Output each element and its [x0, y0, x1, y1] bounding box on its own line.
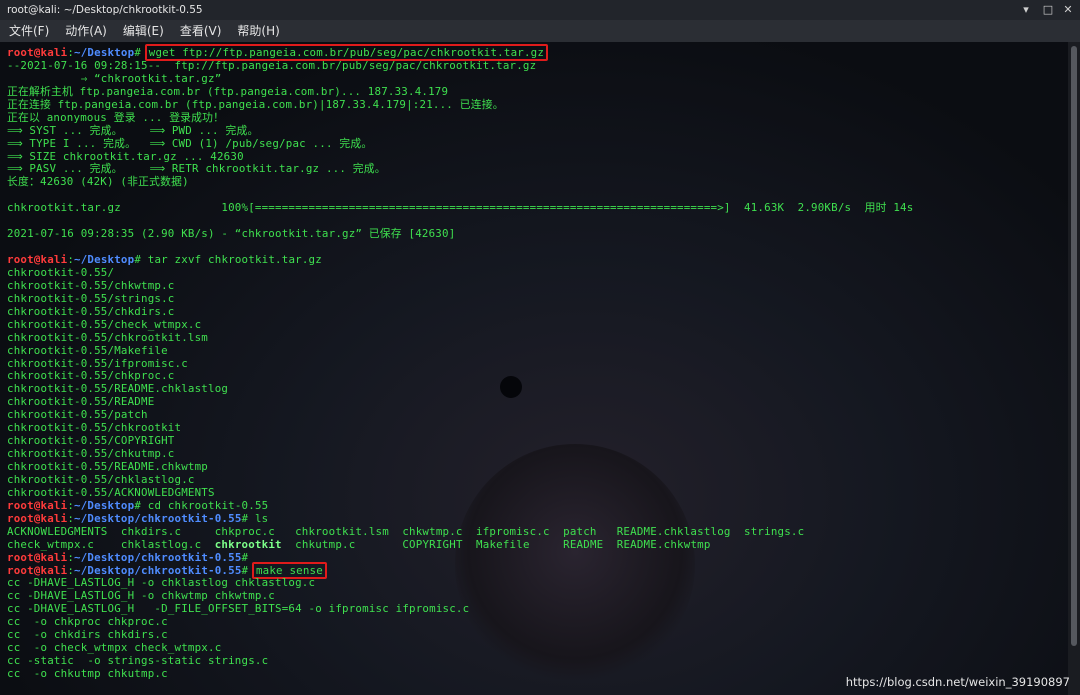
output-line: chkrootkit-0.55/ — [7, 265, 115, 279]
prompt-line: root@kali:~/Desktop/chkrootkit-0.55# ls — [7, 511, 269, 525]
output-line: chkrootkit-0.55/chkdirs.c — [7, 304, 175, 318]
menu-edit[interactable]: 编辑(E) — [114, 20, 171, 42]
output-line: chkrootkit-0.55/Makefile — [7, 343, 168, 357]
output-line: 长度：42630 (42K) (非正式数据) — [7, 175, 189, 189]
menu-view[interactable]: 查看(V) — [171, 20, 229, 42]
menu-bar: 文件(F) 动作(A) 编辑(E) 查看(V) 帮助(H) — [0, 20, 1080, 42]
output-line: chkrootkit-0.55/check_wtmpx.c — [7, 317, 202, 331]
output-line: chkrootkit-0.55/chklastlog.c — [7, 472, 195, 486]
output-line: 正在连接 ftp.pangeia.com.br (ftp.pangeia.com… — [7, 97, 504, 111]
scrollbar-thumb[interactable] — [1071, 46, 1077, 646]
output-line: chkrootkit-0.55/chkwtmp.c — [7, 278, 175, 292]
prompt-line: root@kali:~/Desktop# wget ftp://ftp.pang… — [7, 44, 913, 61]
output-line: 正在解析主机 ftp.pangeia.com.br (ftp.pangeia.c… — [7, 84, 449, 98]
output-line: chkrootkit-0.55/README.chkwtmp — [7, 460, 209, 473]
menu-help[interactable]: 帮助(H) — [228, 20, 286, 42]
output-line: chkrootkit-0.55/chkrootkit.lsm — [7, 330, 209, 344]
executable-file: chkrootkit — [214, 537, 282, 551]
close-icon[interactable]: ✕ — [1058, 0, 1078, 20]
terminal-pane[interactable]: root@kali:~/Desktop# wget ftp://ftp.pang… — [0, 42, 1068, 695]
minimize-icon[interactable]: ▾ — [1016, 0, 1036, 20]
output-line: 2021-07-16 09:28:35 (2.90 KB/s) - “chkro… — [7, 227, 456, 241]
output-line: --2021-07-16 09:28:15-- ftp://ftp.pangei… — [7, 58, 537, 72]
output-line: ⟹ TYPE I ... 完成。 ⟹ CWD (1) /pub/seg/pac … — [7, 136, 373, 150]
window-titlebar: root@kali: ~/Desktop/chkrootkit-0.55 ▾ □… — [0, 0, 1080, 20]
output-line: 正在以 anonymous 登录 ... 登录成功！ — [7, 110, 225, 124]
menu-file[interactable]: 文件(F) — [0, 20, 56, 42]
output-line: chkrootkit-0.55/strings.c — [7, 291, 175, 305]
prompt-line: root@kali:~/Desktop# tar zxvf chkrootkit… — [7, 253, 322, 266]
menu-action[interactable]: 动作(A) — [56, 20, 114, 42]
output-line: ⟹ SYST ... 完成。 ⟹ PWD ... 完成。 — [7, 123, 259, 137]
output-line: ⇒ “chkrootkit.tar.gz” — [7, 71, 222, 85]
download-progress: chkrootkit.tar.gz 100%[=================… — [7, 201, 914, 215]
terminal-scrollbar[interactable] — [1068, 42, 1080, 695]
maximize-icon[interactable]: □ — [1038, 0, 1058, 20]
terminal-output: root@kali:~/Desktop# wget ftp://ftp.pang… — [7, 44, 914, 681]
source-watermark: https://blog.csdn.net/weixin_39190897 — [845, 675, 1070, 689]
output-line: cc -o chkutmp chkutmp.c — [7, 667, 168, 680]
window-title: root@kali: ~/Desktop/chkrootkit-0.55 — [7, 4, 203, 16]
output-line: chkrootkit-0.55/ACKNOWLEDGMENTS — [7, 485, 215, 499]
